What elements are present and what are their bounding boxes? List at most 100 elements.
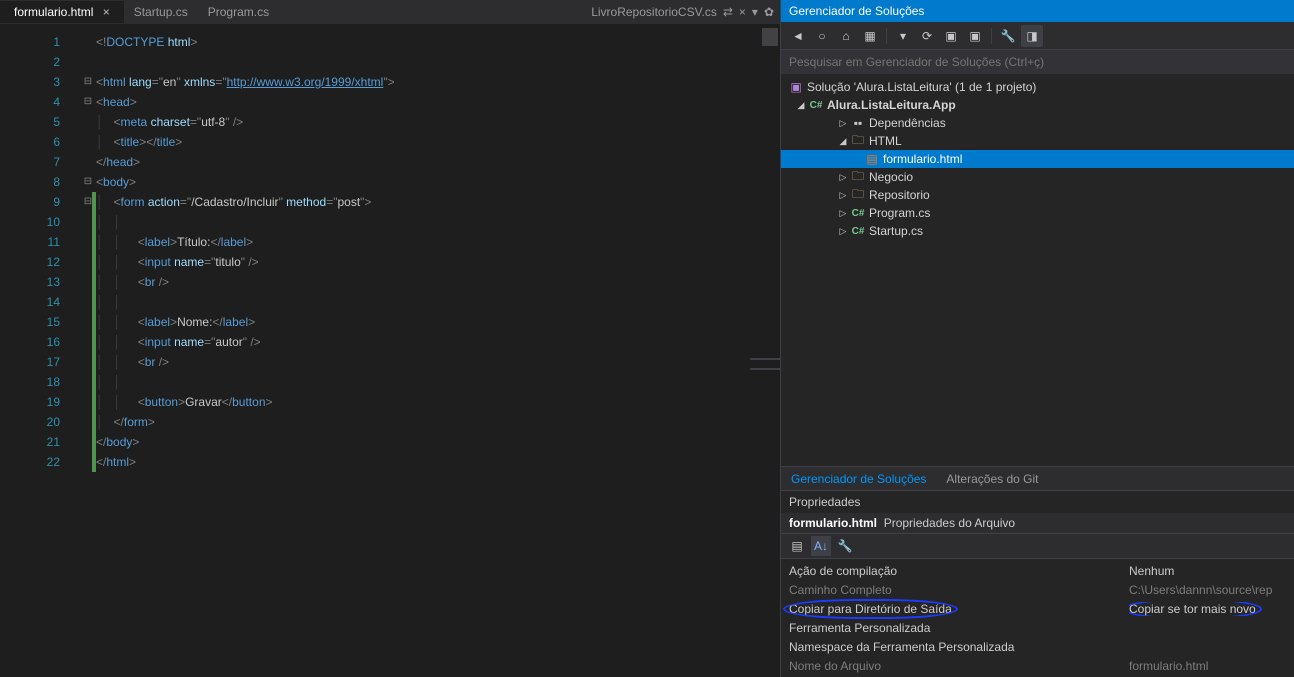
property-row[interactable]: Ferramenta Personalizada: [781, 618, 1294, 637]
csproj-icon: C#: [807, 100, 825, 111]
solution-search-input[interactable]: [781, 50, 1294, 74]
chevron-icon[interactable]: ▷: [837, 190, 849, 201]
solution-root[interactable]: ▣ Solução 'Alura.ListaLeitura' (1 de 1 p…: [781, 78, 1294, 96]
code-line[interactable]: </body>: [96, 432, 780, 452]
fold-toggle[interactable]: [80, 52, 96, 72]
code-line[interactable]: │ │: [96, 212, 780, 232]
chevron-icon[interactable]: ▷: [837, 172, 849, 183]
properties-title: Propriedades: [781, 491, 1294, 513]
fold-toggle[interactable]: ⊟: [80, 72, 96, 92]
splitter-handle[interactable]: [747, 358, 783, 368]
code-line[interactable]: │ │ <input name="autor" />: [96, 332, 780, 352]
code-line[interactable]: │ │ <button>Gravar</button>: [96, 392, 780, 412]
solution-toolbar: ◄ ○ ⌂ ▦ ▾ ⟳ ▣ ▣ 🔧 ◨: [781, 22, 1294, 50]
chevron-down-icon[interactable]: ◢: [795, 100, 807, 111]
tab-startup[interactable]: Startup.cs: [124, 1, 198, 23]
code-line[interactable]: </head>: [96, 152, 780, 172]
fold-toggle[interactable]: ⊟: [80, 92, 96, 112]
fold-toggle[interactable]: [80, 32, 96, 52]
project-node[interactable]: ◢ C# Alura.ListaLeitura.App: [781, 96, 1294, 114]
code-area[interactable]: 12345678910111213141516171819202122 ⊟⊟⊟⊟…: [0, 24, 780, 677]
wrench-icon[interactable]: 🔧: [835, 536, 855, 556]
switch-view-icon[interactable]: ▦: [859, 25, 881, 47]
property-row[interactable]: Caminho CompletoC:\Users\dannn\source\re…: [781, 580, 1294, 599]
code-line[interactable]: </html>: [96, 452, 780, 472]
home-icon[interactable]: ⌂: [835, 25, 857, 47]
tree-item[interactable]: ▷▪▪Dependências: [781, 114, 1294, 132]
refresh-icon[interactable]: ⟳: [916, 25, 938, 47]
code-content[interactable]: <!DOCTYPE html> <html lang="en" xmlns="ht…: [96, 24, 780, 677]
property-value[interactable]: Nenhum: [1129, 564, 1286, 578]
solution-icon: ▣: [787, 80, 805, 94]
code-line[interactable]: │ │: [96, 292, 780, 312]
fold-toggle[interactable]: [80, 152, 96, 172]
close-icon[interactable]: ×: [103, 5, 110, 19]
tree-item[interactable]: ▷C#Program.cs: [781, 204, 1294, 222]
chevron-icon[interactable]: ▷: [837, 226, 849, 237]
property-value[interactable]: C:\Users\dannn\source\rep: [1129, 583, 1286, 597]
tree-item[interactable]: ▷C#Startup.cs: [781, 222, 1294, 240]
property-row[interactable]: Copiar para Diretório de SaídaCopiar se …: [781, 599, 1294, 618]
chevron-down-icon[interactable]: ▾: [752, 5, 758, 19]
chevron-icon[interactable]: ▷: [837, 118, 849, 129]
right-pane: Gerenciador de Soluções ◄ ○ ⌂ ▦ ▾ ⟳ ▣ ▣ …: [780, 0, 1294, 677]
forward-icon[interactable]: ○: [811, 25, 833, 47]
code-line[interactable]: <head>: [96, 92, 780, 112]
line-gutter: 12345678910111213141516171819202122: [0, 24, 80, 677]
solution-explorer-title: Gerenciador de Soluções: [781, 0, 1294, 22]
pin-icon[interactable]: ⇄: [723, 5, 733, 19]
solution-tree[interactable]: ▣ Solução 'Alura.ListaLeitura' (1 de 1 p…: [781, 74, 1294, 466]
property-key: Namespace da Ferramenta Personalizada: [789, 640, 1129, 654]
tree-item[interactable]: ▷🗀Repositorio: [781, 186, 1294, 204]
categorize-icon[interactable]: ▤: [787, 536, 807, 556]
sort-icon[interactable]: A↓: [811, 536, 831, 556]
tree-item-label: HTML: [869, 134, 902, 148]
chevron-icon[interactable]: ◢: [837, 136, 849, 147]
preview-icon[interactable]: ◨: [1021, 25, 1043, 47]
code-line[interactable]: │ <meta charset="utf-8" />: [96, 112, 780, 132]
gear-icon[interactable]: ✿: [764, 5, 774, 19]
fold-toggle[interactable]: ⊟: [80, 172, 96, 192]
scrollbar-thumb[interactable]: [762, 28, 778, 46]
property-value[interactable]: formulario.html: [1129, 659, 1286, 673]
show-all-icon[interactable]: ▣: [964, 25, 986, 47]
fold-toggle[interactable]: [80, 132, 96, 152]
linked-file-label[interactable]: LivroRepositorioCSV.cs: [591, 5, 717, 19]
chevron-icon[interactable]: ▷: [837, 208, 849, 219]
collapse-icon[interactable]: ▣: [940, 25, 962, 47]
code-line[interactable]: │ <title></title>: [96, 132, 780, 152]
property-value[interactable]: Copiar se tor mais novo: [1129, 602, 1286, 616]
property-row[interactable]: Namespace da Ferramenta Personalizada: [781, 637, 1294, 656]
code-line[interactable]: [96, 52, 780, 72]
code-line[interactable]: │ │ <label>Título:</label>: [96, 232, 780, 252]
properties-panel: Propriedades formulario.html Propriedade…: [781, 490, 1294, 677]
code-line[interactable]: │ │ <br />: [96, 272, 780, 292]
filter-icon[interactable]: ▾: [892, 25, 914, 47]
property-row[interactable]: Ação de compilaçãoNenhum: [781, 561, 1294, 580]
code-line[interactable]: <!DOCTYPE html>: [96, 32, 780, 52]
tab-formulario[interactable]: formulario.html ×: [0, 1, 124, 23]
code-line[interactable]: <body>: [96, 172, 780, 192]
tab-solution-explorer[interactable]: Gerenciador de Soluções: [781, 468, 936, 490]
code-line[interactable]: │ │ <br />: [96, 352, 780, 372]
code-line[interactable]: │ │: [96, 372, 780, 392]
code-line[interactable]: │ │ <label>Nome:</label>: [96, 312, 780, 332]
property-row[interactable]: Nome do Arquivoformulario.html: [781, 656, 1294, 675]
solution-root-label: Solução 'Alura.ListaLeitura' (1 de 1 pro…: [807, 80, 1036, 94]
code-line[interactable]: │ </form>: [96, 412, 780, 432]
properties-icon[interactable]: 🔧: [997, 25, 1019, 47]
code-line[interactable]: │ │ <input name="titulo" />: [96, 252, 780, 272]
close-icon[interactable]: ×: [739, 5, 746, 19]
property-key: Nome do Arquivo: [789, 659, 1129, 673]
code-line[interactable]: <html lang="en" xmlns="http://www.w3.org…: [96, 72, 780, 92]
tab-program[interactable]: Program.cs: [198, 1, 279, 23]
code-line[interactable]: │ <form action="/Cadastro/Incluir" metho…: [96, 192, 780, 212]
tab-bar: formulario.html × Startup.cs Program.cs …: [0, 0, 780, 24]
tree-item[interactable]: ▷🗀Negocio: [781, 168, 1294, 186]
tree-item[interactable]: ◢🗀HTML: [781, 132, 1294, 150]
tree-item[interactable]: ▤formulario.html: [781, 150, 1294, 168]
tab-git-changes[interactable]: Alterações do Git: [936, 468, 1048, 490]
fold-toggle[interactable]: [80, 112, 96, 132]
back-icon[interactable]: ◄: [787, 25, 809, 47]
properties-file-desc: Propriedades do Arquivo: [884, 516, 1015, 530]
